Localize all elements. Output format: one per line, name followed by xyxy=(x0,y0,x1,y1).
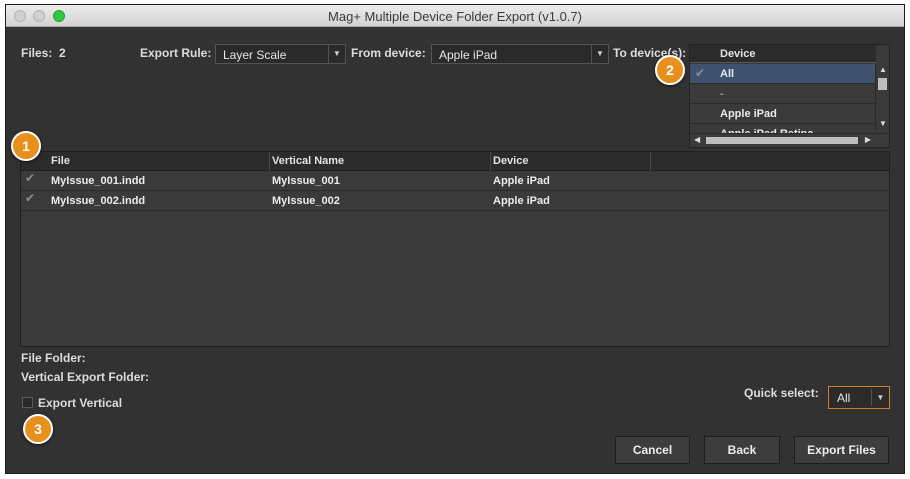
quick-select-value: All xyxy=(837,391,851,405)
export-rule-value: Layer Scale xyxy=(223,48,287,62)
cancel-button[interactable]: Cancel xyxy=(615,436,690,464)
scrollbar-thumb[interactable] xyxy=(706,137,858,144)
files-table[interactable]: File Vertical Name Device ✔ MyIssue_001.… xyxy=(20,151,890,347)
device-cell: Apple iPad xyxy=(493,195,550,207)
file-folder-label: File Folder: xyxy=(21,351,86,365)
column-divider[interactable] xyxy=(490,152,491,171)
scroll-right-arrow-icon[interactable]: ▶ xyxy=(865,135,871,144)
back-button[interactable]: Back xyxy=(704,436,780,464)
device-item-label: All xyxy=(720,68,735,80)
device-list-vertical-scrollbar[interactable]: ▲ ▼ xyxy=(875,64,889,130)
to-devices-list[interactable]: Device ✔ All - Apple iPad Apple iPad Ret… xyxy=(689,44,890,148)
checkmark-icon[interactable]: ✔ xyxy=(25,171,35,185)
from-device-label: From device: xyxy=(351,46,426,60)
export-vertical-label[interactable]: Export Vertical xyxy=(38,396,122,410)
window-title: Mag+ Multiple Device Folder Export (v1.0… xyxy=(328,9,582,24)
device-item-label: - xyxy=(720,88,724,100)
quick-select-dropdown[interactable]: All ▼ xyxy=(828,386,890,409)
export-dialog-window: Mag+ Multiple Device Folder Export (v1.0… xyxy=(5,4,905,474)
column-header-device[interactable]: Device xyxy=(493,155,528,167)
device-list-horizontal-scrollbar[interactable]: ◀ ▶ xyxy=(690,133,889,147)
scroll-down-arrow-icon[interactable]: ▼ xyxy=(876,120,889,128)
export-rule-label: Export Rule: xyxy=(140,46,212,60)
export-vertical-checkbox[interactable] xyxy=(22,397,33,408)
vertical-export-folder-label: Vertical Export Folder: xyxy=(21,370,150,384)
device-cell: Apple iPad xyxy=(493,175,550,187)
chevron-down-icon: ▼ xyxy=(328,45,345,63)
scroll-up-arrow-icon[interactable]: ▲ xyxy=(876,66,889,74)
checkmark-icon[interactable]: ✔ xyxy=(695,66,705,80)
table-header: File Vertical Name Device xyxy=(21,152,889,171)
chevron-down-icon: ▼ xyxy=(871,389,889,406)
column-divider[interactable] xyxy=(269,152,270,171)
title-bar: Mag+ Multiple Device Folder Export (v1.0… xyxy=(6,5,904,27)
vertical-name-cell: MyIssue_001 xyxy=(272,175,340,187)
chevron-down-icon: ▼ xyxy=(591,45,608,63)
device-header-label: Device xyxy=(720,48,756,60)
export-rule-dropdown[interactable]: Layer Scale ▼ xyxy=(215,44,346,64)
callout-badge-1: 1 xyxy=(11,131,41,161)
device-item-apple-ipad[interactable]: Apple iPad xyxy=(690,104,876,124)
callout-badge-2: 2 xyxy=(655,55,685,85)
scrollbar-thumb[interactable] xyxy=(878,78,887,90)
vertical-name-cell: MyIssue_002 xyxy=(272,195,340,207)
table-row[interactable]: ✔ MyIssue_002.indd MyIssue_002 Apple iPa… xyxy=(21,191,889,211)
from-device-dropdown[interactable]: Apple iPad ▼ xyxy=(431,44,609,64)
device-item-separator[interactable]: - xyxy=(690,84,876,104)
file-cell: MyIssue_001.indd xyxy=(51,175,146,187)
device-item-label: Apple iPad xyxy=(720,108,777,120)
files-count: 2 xyxy=(59,46,66,60)
column-header-file[interactable]: File xyxy=(51,155,70,167)
file-cell: MyIssue_002.indd xyxy=(51,195,146,207)
column-divider[interactable] xyxy=(650,152,651,171)
table-row[interactable]: ✔ MyIssue_001.indd MyIssue_001 Apple iPa… xyxy=(21,171,889,191)
device-item-all[interactable]: ✔ All xyxy=(690,64,876,84)
from-device-value: Apple iPad xyxy=(439,48,498,62)
callout-badge-3: 3 xyxy=(23,414,53,444)
files-label: Files: xyxy=(21,46,53,60)
export-files-button[interactable]: Export Files xyxy=(794,436,889,464)
checkmark-icon[interactable]: ✔ xyxy=(25,191,35,205)
quick-select-label: Quick select: xyxy=(744,386,819,400)
column-header-vertical-name[interactable]: Vertical Name xyxy=(272,155,344,167)
device-column-header[interactable]: Device xyxy=(690,45,876,63)
scroll-left-arrow-icon[interactable]: ◀ xyxy=(694,135,700,144)
